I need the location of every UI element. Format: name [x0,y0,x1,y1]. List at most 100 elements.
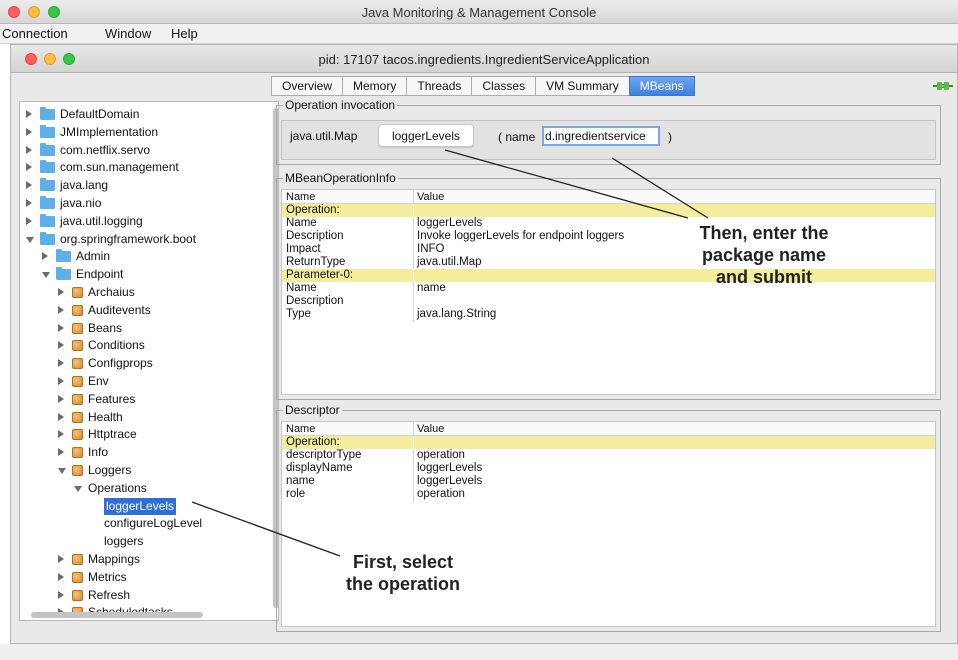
expand-arrow-right-icon[interactable] [58,288,64,296]
tab-vm-summary[interactable]: VM Summary [535,76,629,96]
tree-item[interactable]: Auditevents [20,302,270,319]
tree-item[interactable]: Features [20,391,270,408]
tree-item-label: Endpoint [76,267,124,282]
tree-horizontal-scrollbar[interactable] [31,612,203,618]
tab-overview[interactable]: Overview [271,76,343,96]
tree-item[interactable]: configureLogLevel [20,515,270,532]
tree-item[interactable]: Metrics [20,569,270,586]
tree-item-label: loggerLevels [104,497,177,515]
invoke-operation-button[interactable]: loggerLevels [378,124,474,147]
menu-connection[interactable]: Connection [2,26,68,41]
expand-arrow-right-icon[interactable] [42,252,48,261]
tree-item-label: Mappings [88,552,141,566]
tab-classes[interactable]: Classes [471,76,536,96]
tree-item[interactable]: DefaultDomain [20,106,270,123]
table-cell-name: Name [286,217,317,229]
tree-item-label: java.util.logging [60,213,143,228]
tree-item-label: com.sun.management [60,160,179,175]
expand-arrow-right-icon[interactable] [58,572,64,581]
tree-item[interactable]: loggers [20,533,270,550]
menu-window[interactable]: Window [105,26,151,41]
tree-item[interactable]: JMImplementation [20,124,270,141]
expand-arrow-down-icon[interactable] [26,236,34,243]
tree-item[interactable]: Refresh [20,587,270,604]
table-row: Type java.lang.String [282,308,935,322]
tree-item[interactable]: Endpoint [20,266,270,283]
expand-arrow-right-icon[interactable] [26,127,32,136]
expand-arrow-right-icon[interactable] [58,590,64,599]
tab-threads[interactable]: Threads [406,76,472,96]
expand-arrow-right-icon[interactable] [26,181,32,190]
tree-item[interactable]: Conditions [20,337,270,354]
tree-item[interactable]: Admin [20,248,270,265]
expand-arrow-right-icon[interactable] [58,555,64,563]
tree-item[interactable]: Operations [20,480,270,497]
tree-item[interactable]: loggerLevels [20,497,270,515]
expand-arrow-right-icon[interactable] [26,145,32,154]
folder-icon [40,213,55,227]
tree-item[interactable]: java.nio [20,195,270,212]
expand-arrow-right-icon[interactable] [58,305,64,314]
table-cell-value: Invoke loggerLevels for endpoint loggers [417,230,625,242]
tree-item-label: Refresh [88,587,131,602]
tree-item-label: Archaius [88,285,135,299]
expand-arrow-down-icon[interactable] [42,272,50,279]
menu-help[interactable]: Help [171,26,198,41]
tree-item[interactable]: Archaius [20,284,270,301]
value-column-header[interactable]: Value [417,422,444,436]
expand-arrow-right-icon[interactable] [58,448,64,457]
descriptor-table: Name Value Operation: descriptorType opera… [281,421,936,627]
parameter-name-input[interactable]: d.ingredientservice [542,126,660,146]
tree-item[interactable]: org.springframework.boot [20,231,270,248]
expand-arrow-right-icon[interactable] [26,216,32,225]
tree-item[interactable]: Configprops [20,355,270,372]
tree-item-label: Conditions [88,338,145,353]
expand-arrow-right-icon[interactable] [58,323,64,332]
table-row: Description Invoke loggerLevels for endpo… [282,230,935,244]
tree-item-label: configureLogLevel [104,516,203,531]
expand-arrow-right-icon[interactable] [58,377,64,385]
tree-item[interactable]: com.sun.management [20,159,270,176]
table-header: Name Value [282,422,935,436]
mbean-tree[interactable]: DefaultDomain JMImplementation com.netflix… [19,101,279,621]
value-column-header[interactable]: Value [417,190,444,204]
tree-item[interactable]: com.netflix.servo [20,142,270,159]
table-cell-name: descriptorType [286,449,362,461]
tree-item[interactable]: Info [20,444,270,461]
connection-title: pid: 17107 tacos.ingredients.IngredientS… [318,52,650,67]
table-cell-value: loggerLevels [417,462,483,474]
table-cell-name: Description [286,295,344,307]
expand-arrow-right-icon[interactable] [58,430,64,439]
folder-icon [56,267,71,281]
name-column-header[interactable]: Name [286,190,315,204]
tree-item[interactable]: Env [20,373,270,390]
tree-item-label: java.lang [60,178,109,193]
tree-item[interactable]: Mappings [20,551,270,568]
expand-arrow-right-icon[interactable] [26,163,32,172]
name-column-header[interactable]: Name [286,422,315,436]
expand-arrow-right-icon[interactable] [58,394,64,403]
tab-mbeans[interactable]: MBeans [628,76,695,96]
tree-item[interactable]: Beans [20,320,270,337]
tree-item[interactable]: Httptrace [20,426,270,443]
window-bottom-strip [0,644,958,660]
table-cell-name: Description [286,230,344,242]
expand-arrow-right-icon[interactable] [58,359,64,368]
expand-arrow-right-icon[interactable] [58,412,64,421]
tree-item-label: Info [88,445,109,460]
tab-memory[interactable]: Memory [342,76,407,96]
tree-item[interactable]: Loggers [20,462,270,479]
expand-arrow-right-icon[interactable] [26,199,32,207]
expand-arrow-right-icon[interactable] [26,110,32,118]
expand-arrow-right-icon[interactable] [58,341,64,350]
table-header: Name Value [282,190,935,204]
table-row: ReturnType java.util.Map [282,256,935,270]
expand-arrow-down-icon[interactable] [58,468,66,474]
bean-icon [72,304,83,316]
tree-item[interactable]: java.util.logging [20,213,270,230]
tree-item[interactable]: java.lang [20,177,270,194]
tree-item-label: JMImplementation [60,124,159,139]
expand-arrow-down-icon[interactable] [74,485,82,492]
tree-item-label: Auditevents [88,302,151,317]
tree-item[interactable]: Health [20,409,270,426]
